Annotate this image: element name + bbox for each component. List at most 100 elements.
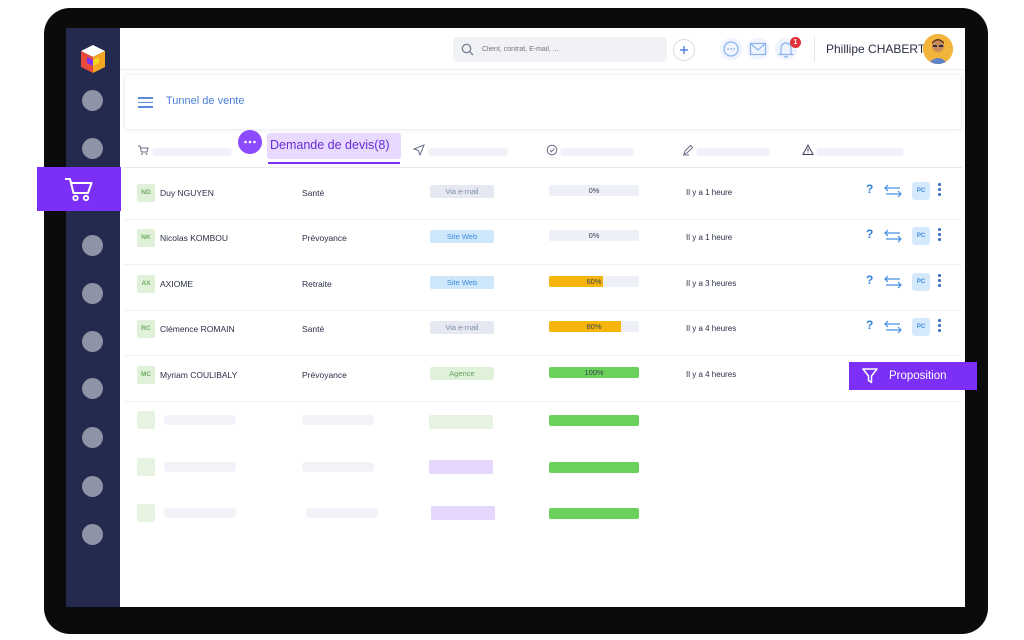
- request-time: Il y a 4 heures: [686, 324, 737, 333]
- tab-placeholder-4: [560, 148, 634, 156]
- help-icon[interactable]: ?: [866, 182, 873, 196]
- skeleton-avatar: [137, 411, 155, 429]
- page-title[interactable]: Tunnel de vente: [166, 95, 244, 107]
- skeleton-text: [302, 462, 374, 472]
- table-row[interactable]: MC Myriam COULIBALY Prévoyance Agence 100% Il…: [124, 356, 962, 402]
- client-initials: MC: [137, 366, 155, 384]
- sidebar: [66, 28, 120, 607]
- menu-icon[interactable]: [138, 97, 153, 108]
- row-actions: ? PC: [864, 273, 954, 293]
- pipeline-tabs: Demande de devis(8): [124, 130, 962, 168]
- swap-icon[interactable]: [884, 184, 902, 198]
- table-row[interactable]: ND Duy NGUYEN Santé Via e-mail 0% Il y a 1 he…: [124, 174, 962, 220]
- client-name[interactable]: AXIOME: [160, 279, 193, 289]
- search-box[interactable]: [453, 37, 667, 62]
- progress-label: 0%: [588, 231, 600, 240]
- product-category: Santé: [302, 188, 325, 198]
- more-options-icon[interactable]: [938, 228, 942, 242]
- skeleton-progress: [549, 462, 639, 473]
- channel-badge: Site Web: [430, 276, 494, 289]
- sidebar-item-5[interactable]: [82, 283, 103, 304]
- request-time: Il y a 4 heures: [686, 370, 737, 379]
- swap-icon[interactable]: [884, 320, 902, 334]
- sidebar-item-10[interactable]: [82, 524, 103, 545]
- more-options-icon[interactable]: [938, 183, 942, 197]
- pen-tab-icon[interactable]: [682, 144, 694, 156]
- pc-badge[interactable]: PC: [912, 273, 930, 291]
- more-options-icon[interactable]: [938, 274, 942, 288]
- product-category: Retraite: [302, 279, 332, 289]
- more-options-icon[interactable]: [938, 319, 942, 333]
- table-row[interactable]: RC Clémence ROMAIN Santé Via e-mail 80% Il y …: [124, 310, 962, 356]
- progress-bar: 100%: [549, 367, 639, 378]
- sidebar-item-4[interactable]: [82, 235, 103, 256]
- swap-icon[interactable]: [884, 275, 902, 289]
- client-name[interactable]: Duy NGUYEN: [160, 188, 214, 198]
- skeleton-text: [164, 462, 236, 472]
- check-circle-tab-icon[interactable]: [546, 144, 558, 156]
- progress-bar: 60%: [549, 276, 639, 287]
- pc-badge[interactable]: PC: [912, 318, 930, 336]
- client-name[interactable]: Myriam COULIBALY: [160, 370, 237, 380]
- sidebar-item-9[interactable]: [82, 476, 103, 497]
- logo-icon: [81, 45, 105, 73]
- swap-icon[interactable]: [884, 229, 902, 243]
- request-time: Il y a 1 heure: [686, 233, 733, 242]
- user-name[interactable]: Phillipe CHABERT: [826, 42, 925, 56]
- client-initials: AX: [137, 275, 155, 293]
- help-icon[interactable]: ?: [866, 227, 873, 241]
- add-button[interactable]: [673, 39, 695, 61]
- plus-icon: [680, 46, 688, 54]
- skeleton-text: [164, 415, 236, 425]
- chat-button[interactable]: [720, 38, 742, 60]
- product-category: Santé: [302, 324, 325, 334]
- skeleton-badge: [431, 506, 495, 520]
- channel-badge: Site Web: [430, 230, 494, 243]
- search-input[interactable]: [482, 46, 652, 53]
- sidebar-item-sales-tunnel[interactable]: [37, 167, 121, 211]
- skeleton-text: [302, 415, 374, 425]
- progress-bar: 0%: [549, 230, 639, 241]
- table-row[interactable]: AX AXIOME Retraite Site Web 60% Il y a 3 heur…: [124, 265, 962, 311]
- cart-icon: [65, 178, 93, 202]
- proposition-label: Proposition: [889, 370, 947, 382]
- send-tab-icon[interactable]: [413, 144, 425, 156]
- client-name[interactable]: Nicolas KOMBOU: [160, 233, 228, 243]
- skeleton-text: [164, 508, 236, 518]
- proposition-button[interactable]: Proposition: [849, 362, 977, 390]
- help-icon[interactable]: ?: [866, 318, 873, 332]
- sidebar-item-7[interactable]: [82, 378, 103, 399]
- skeleton-badge: [429, 460, 493, 474]
- breadcrumb: Tunnel de vente: [124, 74, 962, 130]
- pc-badge[interactable]: PC: [912, 182, 930, 200]
- table-row[interactable]: NK Nicolas KOMBOU Prévoyance Site Web 0% Il y…: [124, 219, 962, 265]
- avatar[interactable]: [923, 34, 953, 64]
- skeleton-progress: [549, 415, 639, 426]
- active-tab-indicator: [268, 162, 400, 164]
- tab-placeholder-3: [428, 148, 508, 156]
- skeleton-badge: [429, 415, 493, 429]
- mail-button[interactable]: [747, 38, 769, 60]
- help-icon[interactable]: ?: [866, 273, 873, 287]
- warning-tab-icon[interactable]: [802, 144, 814, 156]
- app-screen: 1 Phillipe CHABERT Tunnel de vente Deman…: [66, 28, 965, 607]
- sidebar-item-8[interactable]: [82, 427, 103, 448]
- pc-badge[interactable]: PC: [912, 227, 930, 245]
- request-time: Il y a 1 heure: [686, 188, 733, 197]
- cart-tab-icon[interactable]: [137, 144, 149, 156]
- client-name[interactable]: Clémence ROMAIN: [160, 324, 235, 334]
- product-category: Prévoyance: [302, 233, 347, 243]
- notification-badge: 1: [790, 37, 801, 48]
- chat-bubble-icon: [238, 130, 262, 154]
- sidebar-item-1[interactable]: [82, 90, 103, 111]
- progress-label: 80%: [586, 322, 602, 331]
- sidebar-item-2[interactable]: [82, 138, 103, 159]
- skeleton-avatar: [137, 458, 155, 476]
- sidebar-item-6[interactable]: [82, 331, 103, 352]
- filter-icon: [862, 368, 878, 384]
- client-initials: RC: [137, 320, 155, 338]
- row-actions: ? PC: [864, 318, 954, 338]
- chat-icon: [723, 41, 739, 57]
- progress-label: 0%: [588, 186, 600, 195]
- channel-badge: Via e-mail: [430, 321, 494, 334]
